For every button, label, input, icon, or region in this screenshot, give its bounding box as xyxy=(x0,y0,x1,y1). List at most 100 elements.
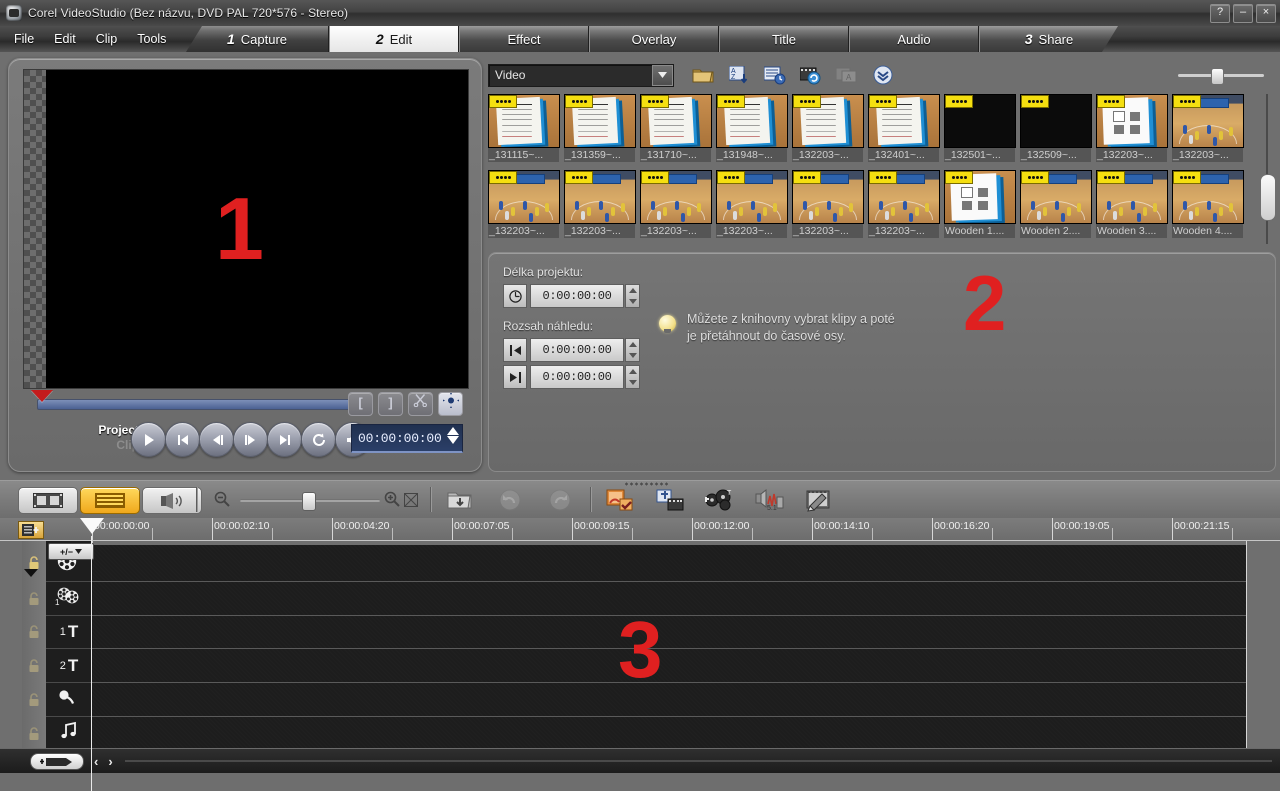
paint-creator-icon[interactable] xyxy=(805,488,835,512)
panel-resize-grip[interactable] xyxy=(624,482,670,486)
preview-range-end-field[interactable]: 0:00:00:00 xyxy=(503,365,640,389)
overlay-track-header[interactable]: 1 xyxy=(46,582,92,616)
library-clip[interactable]: _132203~... xyxy=(792,94,868,162)
timeline-hscrollbar[interactable] xyxy=(124,760,1272,762)
tab-share[interactable]: 3 Share xyxy=(979,26,1118,52)
overlay-track[interactable] xyxy=(92,582,1246,616)
previous-frame-button[interactable] xyxy=(199,422,234,457)
scrubber-handle[interactable] xyxy=(31,390,53,402)
help-button[interactable]: ? xyxy=(1210,4,1230,23)
end-button[interactable] xyxy=(267,422,302,457)
title-track-1[interactable] xyxy=(92,616,1246,649)
storyboard-view-button[interactable] xyxy=(18,487,78,514)
project-mode-label[interactable]: Project xyxy=(67,423,139,438)
mark-out-button[interactable]: ] xyxy=(378,392,403,416)
expand-chevrons-icon[interactable] xyxy=(870,63,896,87)
project-duration-value[interactable]: 0:00:00:00 xyxy=(530,284,624,308)
timecode-down-icon[interactable] xyxy=(447,436,459,444)
library-clip[interactable]: _132203~... xyxy=(716,170,792,238)
library-clip[interactable]: _132509~... xyxy=(1020,94,1096,162)
cut-clip-icon[interactable] xyxy=(408,392,433,416)
track-lock-icon[interactable] xyxy=(27,726,41,741)
library-clip[interactable]: _132203~... xyxy=(792,170,868,238)
smart-package-icon[interactable] xyxy=(605,488,635,512)
sort-az-icon[interactable]: AZ xyxy=(726,63,752,87)
create-disc-icon[interactable]: T xyxy=(705,488,735,512)
zoom-out-icon[interactable] xyxy=(214,491,230,512)
minimize-button[interactable]: – xyxy=(1233,4,1253,23)
load-media-icon[interactable] xyxy=(690,63,716,87)
zoom-in-icon[interactable] xyxy=(384,491,400,512)
voice-track[interactable] xyxy=(92,683,1246,717)
timecode-stepper[interactable] xyxy=(447,427,459,444)
preview-scrubber[interactable] xyxy=(37,399,363,410)
tab-edit[interactable]: 2 Edit xyxy=(329,26,459,52)
title-track-2-header[interactable]: 2T xyxy=(46,649,92,683)
surround-mixer-icon[interactable]: 5.1 xyxy=(755,488,785,512)
title-track-1-header[interactable]: 1T xyxy=(46,616,92,649)
preview-range-start-stepper[interactable] xyxy=(625,338,640,362)
audio-view-button[interactable] xyxy=(142,487,202,514)
preview-range-end-stepper[interactable] xyxy=(625,365,640,389)
tab-title[interactable]: Title xyxy=(719,26,849,52)
menu-item-file[interactable]: File xyxy=(14,32,34,46)
add-media-button[interactable] xyxy=(30,752,84,770)
tab-audio[interactable]: Audio xyxy=(849,26,979,52)
library-clip[interactable]: _132203~... xyxy=(1172,94,1248,162)
library-clip[interactable]: _132501~... xyxy=(944,94,1020,162)
export-icon[interactable] xyxy=(798,63,824,87)
library-category-select[interactable]: Video xyxy=(488,63,674,87)
preview-range-end-value[interactable]: 0:00:00:00 xyxy=(530,365,624,389)
tab-capture[interactable]: 1 Capture xyxy=(186,26,329,52)
library-clip[interactable]: _131948~... xyxy=(716,94,792,162)
scrollbar-thumb[interactable] xyxy=(1260,174,1276,221)
menu-item-edit[interactable]: Edit xyxy=(54,32,76,46)
batch-convert-icon[interactable] xyxy=(655,488,685,512)
next-frame-button[interactable] xyxy=(233,422,268,457)
video-track[interactable] xyxy=(92,545,1246,582)
timeline-playhead[interactable] xyxy=(80,518,104,534)
play-button[interactable] xyxy=(131,422,166,457)
enlarge-preview-icon[interactable] xyxy=(438,392,463,416)
library-clip[interactable]: _131359~... xyxy=(564,94,640,162)
track-collapse-arrow-icon[interactable] xyxy=(24,569,38,577)
library-clip[interactable]: _132203~... xyxy=(1096,94,1172,162)
library-clip[interactable]: _132203~... xyxy=(640,170,716,238)
mark-in-button[interactable]: [ xyxy=(348,392,373,416)
library-clip[interactable]: _131710~... xyxy=(640,94,716,162)
library-clip[interactable]: _132203~... xyxy=(488,170,564,238)
library-clip[interactable]: _132401~... xyxy=(868,94,944,162)
scroll-next-button[interactable]: › xyxy=(108,754,112,769)
title-track-2[interactable] xyxy=(92,649,1246,683)
scroll-prev-button[interactable]: ‹ xyxy=(94,754,98,769)
library-thumb-size-slider[interactable] xyxy=(1178,68,1264,85)
library-scrollbar[interactable] xyxy=(1260,94,1276,244)
home-button[interactable] xyxy=(165,422,200,457)
track-lock-icon[interactable] xyxy=(27,625,41,639)
track-lock-icon[interactable] xyxy=(27,591,41,606)
voice-track-header[interactable] xyxy=(46,683,92,717)
repeat-button[interactable] xyxy=(301,422,336,457)
menu-item-clip[interactable]: Clip xyxy=(96,32,118,46)
library-clip[interactable]: _132203~... xyxy=(868,170,944,238)
close-button[interactable]: × xyxy=(1256,4,1276,23)
music-track[interactable] xyxy=(92,717,1246,751)
timecode-up-icon[interactable] xyxy=(447,427,459,435)
library-clip[interactable]: Wooden 2.... xyxy=(1020,170,1096,238)
track-lock-icon[interactable] xyxy=(27,556,41,570)
preview-timecode-field[interactable]: 00:00:00:00 xyxy=(351,424,463,453)
timeline-zoom-slider-knob[interactable] xyxy=(302,492,316,511)
track-manager-icon[interactable] xyxy=(18,521,44,539)
library-clip[interactable]: _131115~... xyxy=(488,94,564,162)
fit-project-icon[interactable] xyxy=(404,493,418,512)
track-lock-icon[interactable] xyxy=(27,692,41,707)
preview-range-start-field[interactable]: 0:00:00:00 xyxy=(503,338,640,362)
tab-effect[interactable]: Effect xyxy=(459,26,589,52)
library-clip[interactable]: Wooden 1.... xyxy=(944,170,1020,238)
track-manager-button[interactable]: +/− xyxy=(48,543,94,560)
library-options-icon[interactable] xyxy=(762,63,788,87)
chevron-down-icon[interactable] xyxy=(652,64,673,86)
redo-icon[interactable] xyxy=(545,488,575,512)
library-clip[interactable]: Wooden 4.... xyxy=(1172,170,1248,238)
library-clip[interactable]: Wooden 3.... xyxy=(1096,170,1172,238)
